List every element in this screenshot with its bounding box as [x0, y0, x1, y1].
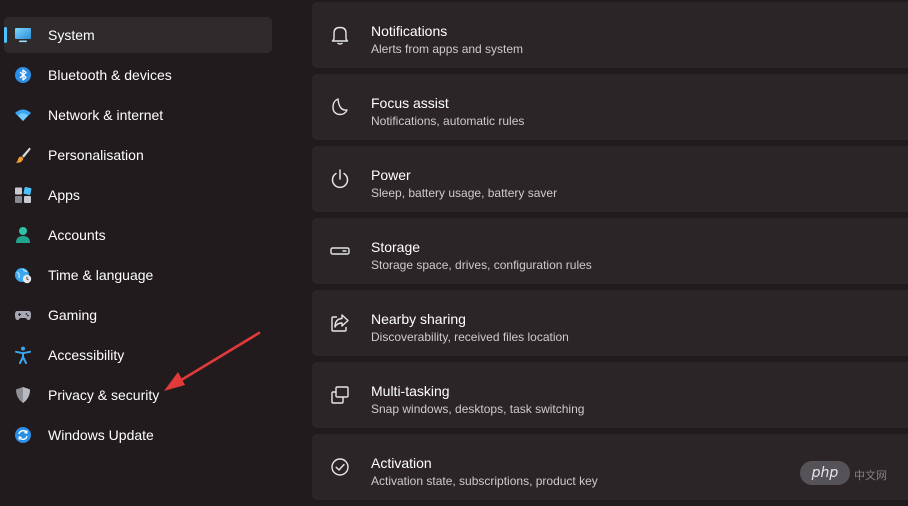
- sidebar-item-bluetooth[interactable]: Bluetooth & devices: [4, 57, 272, 93]
- sidebar-item-label: Gaming: [48, 307, 98, 323]
- globe-clock-icon: [14, 266, 32, 284]
- card-title: Focus assist: [371, 95, 449, 111]
- card-subtitle: Sleep, battery usage, battery saver: [371, 186, 558, 200]
- watermark-text: 中文网: [854, 470, 887, 482]
- sidebar-item-gaming[interactable]: Gaming: [4, 297, 272, 333]
- sidebar-item-label: Windows Update: [48, 427, 154, 443]
- card-nearby-sharing[interactable]: Nearby sharing Discoverability, received…: [312, 290, 908, 356]
- accessibility-icon: [14, 346, 32, 364]
- moon-icon: [329, 96, 351, 118]
- card-title: Nearby sharing: [371, 311, 466, 327]
- check-circle-icon: [329, 456, 351, 478]
- brush-icon: [14, 146, 32, 164]
- storage-icon: [329, 240, 351, 262]
- multitask-icon: [329, 384, 351, 406]
- sidebar-item-label: Accounts: [48, 227, 106, 243]
- card-subtitle: Snap windows, desktops, task switching: [371, 402, 585, 416]
- sidebar-item-time-language[interactable]: Time & language: [4, 257, 272, 293]
- gamepad-icon: [14, 306, 32, 324]
- sidebar-item-accessibility[interactable]: Accessibility: [4, 337, 272, 373]
- card-title: Storage: [371, 239, 421, 255]
- card-subtitle: Notifications, automatic rules: [371, 114, 525, 128]
- sidebar-item-label: Personalisation: [48, 147, 144, 163]
- apps-icon: [14, 186, 32, 204]
- card-subtitle: Alerts from apps and system: [371, 42, 524, 56]
- update-icon: [14, 426, 32, 444]
- sidebar-item-label: Apps: [48, 187, 80, 203]
- wifi-icon: [14, 106, 32, 124]
- selection-indicator: [4, 27, 7, 43]
- watermark-logo: php: [800, 461, 850, 485]
- share-icon: [329, 312, 351, 334]
- sidebar-item-label: Bluetooth & devices: [48, 67, 172, 83]
- sidebar-item-network[interactable]: Network & internet: [4, 97, 272, 133]
- sidebar-item-system[interactable]: System: [4, 17, 272, 53]
- card-storage[interactable]: Storage Storage space, drives, configura…: [312, 218, 908, 284]
- card-title: Power: [371, 167, 411, 183]
- sidebar-item-windows-update[interactable]: Windows Update: [4, 417, 272, 453]
- card-subtitle: Discoverability, received files location: [371, 330, 569, 344]
- sidebar-item-label: Accessibility: [48, 347, 125, 363]
- person-icon: [14, 226, 32, 244]
- card-subtitle: Storage space, drives, configuration rul…: [371, 258, 592, 272]
- settings-window: System Bluetooth & devices Network & int…: [0, 0, 908, 506]
- bell-icon: [329, 24, 351, 46]
- card-multi-tasking[interactable]: Multi-tasking Snap windows, desktops, ta…: [312, 362, 908, 428]
- sidebar-item-label: Time & language: [48, 267, 154, 283]
- sidebar-item-label: Privacy & security: [48, 387, 160, 403]
- sidebar-item-personalisation[interactable]: Personalisation: [4, 137, 272, 173]
- card-title: Multi-tasking: [371, 383, 450, 399]
- card-title: Notifications: [371, 23, 448, 39]
- power-icon: [329, 168, 351, 190]
- sidebar-item-apps[interactable]: Apps: [4, 177, 272, 213]
- shield-icon: [14, 386, 32, 404]
- card-title: Activation: [371, 455, 432, 471]
- sidebar-item-label: System: [48, 27, 95, 43]
- card-notifications[interactable]: Notifications Alerts from apps and syste…: [312, 2, 908, 68]
- settings-content: Notifications Alerts from apps and syste…: [312, 0, 908, 506]
- sidebar-item-label: Network & internet: [48, 107, 164, 123]
- card-power[interactable]: Power Sleep, battery usage, battery save…: [312, 146, 908, 212]
- card-subtitle: Activation state, subscriptions, product…: [371, 474, 598, 488]
- sidebar-item-accounts[interactable]: Accounts: [4, 217, 272, 253]
- bluetooth-icon: [14, 66, 32, 84]
- monitor-icon: [14, 26, 32, 44]
- card-focus-assist[interactable]: Focus assist Notifications, automatic ru…: [312, 74, 908, 140]
- sidebar-item-privacy-security[interactable]: Privacy & security: [4, 377, 272, 413]
- sidebar: System Bluetooth & devices Network & int…: [0, 0, 290, 506]
